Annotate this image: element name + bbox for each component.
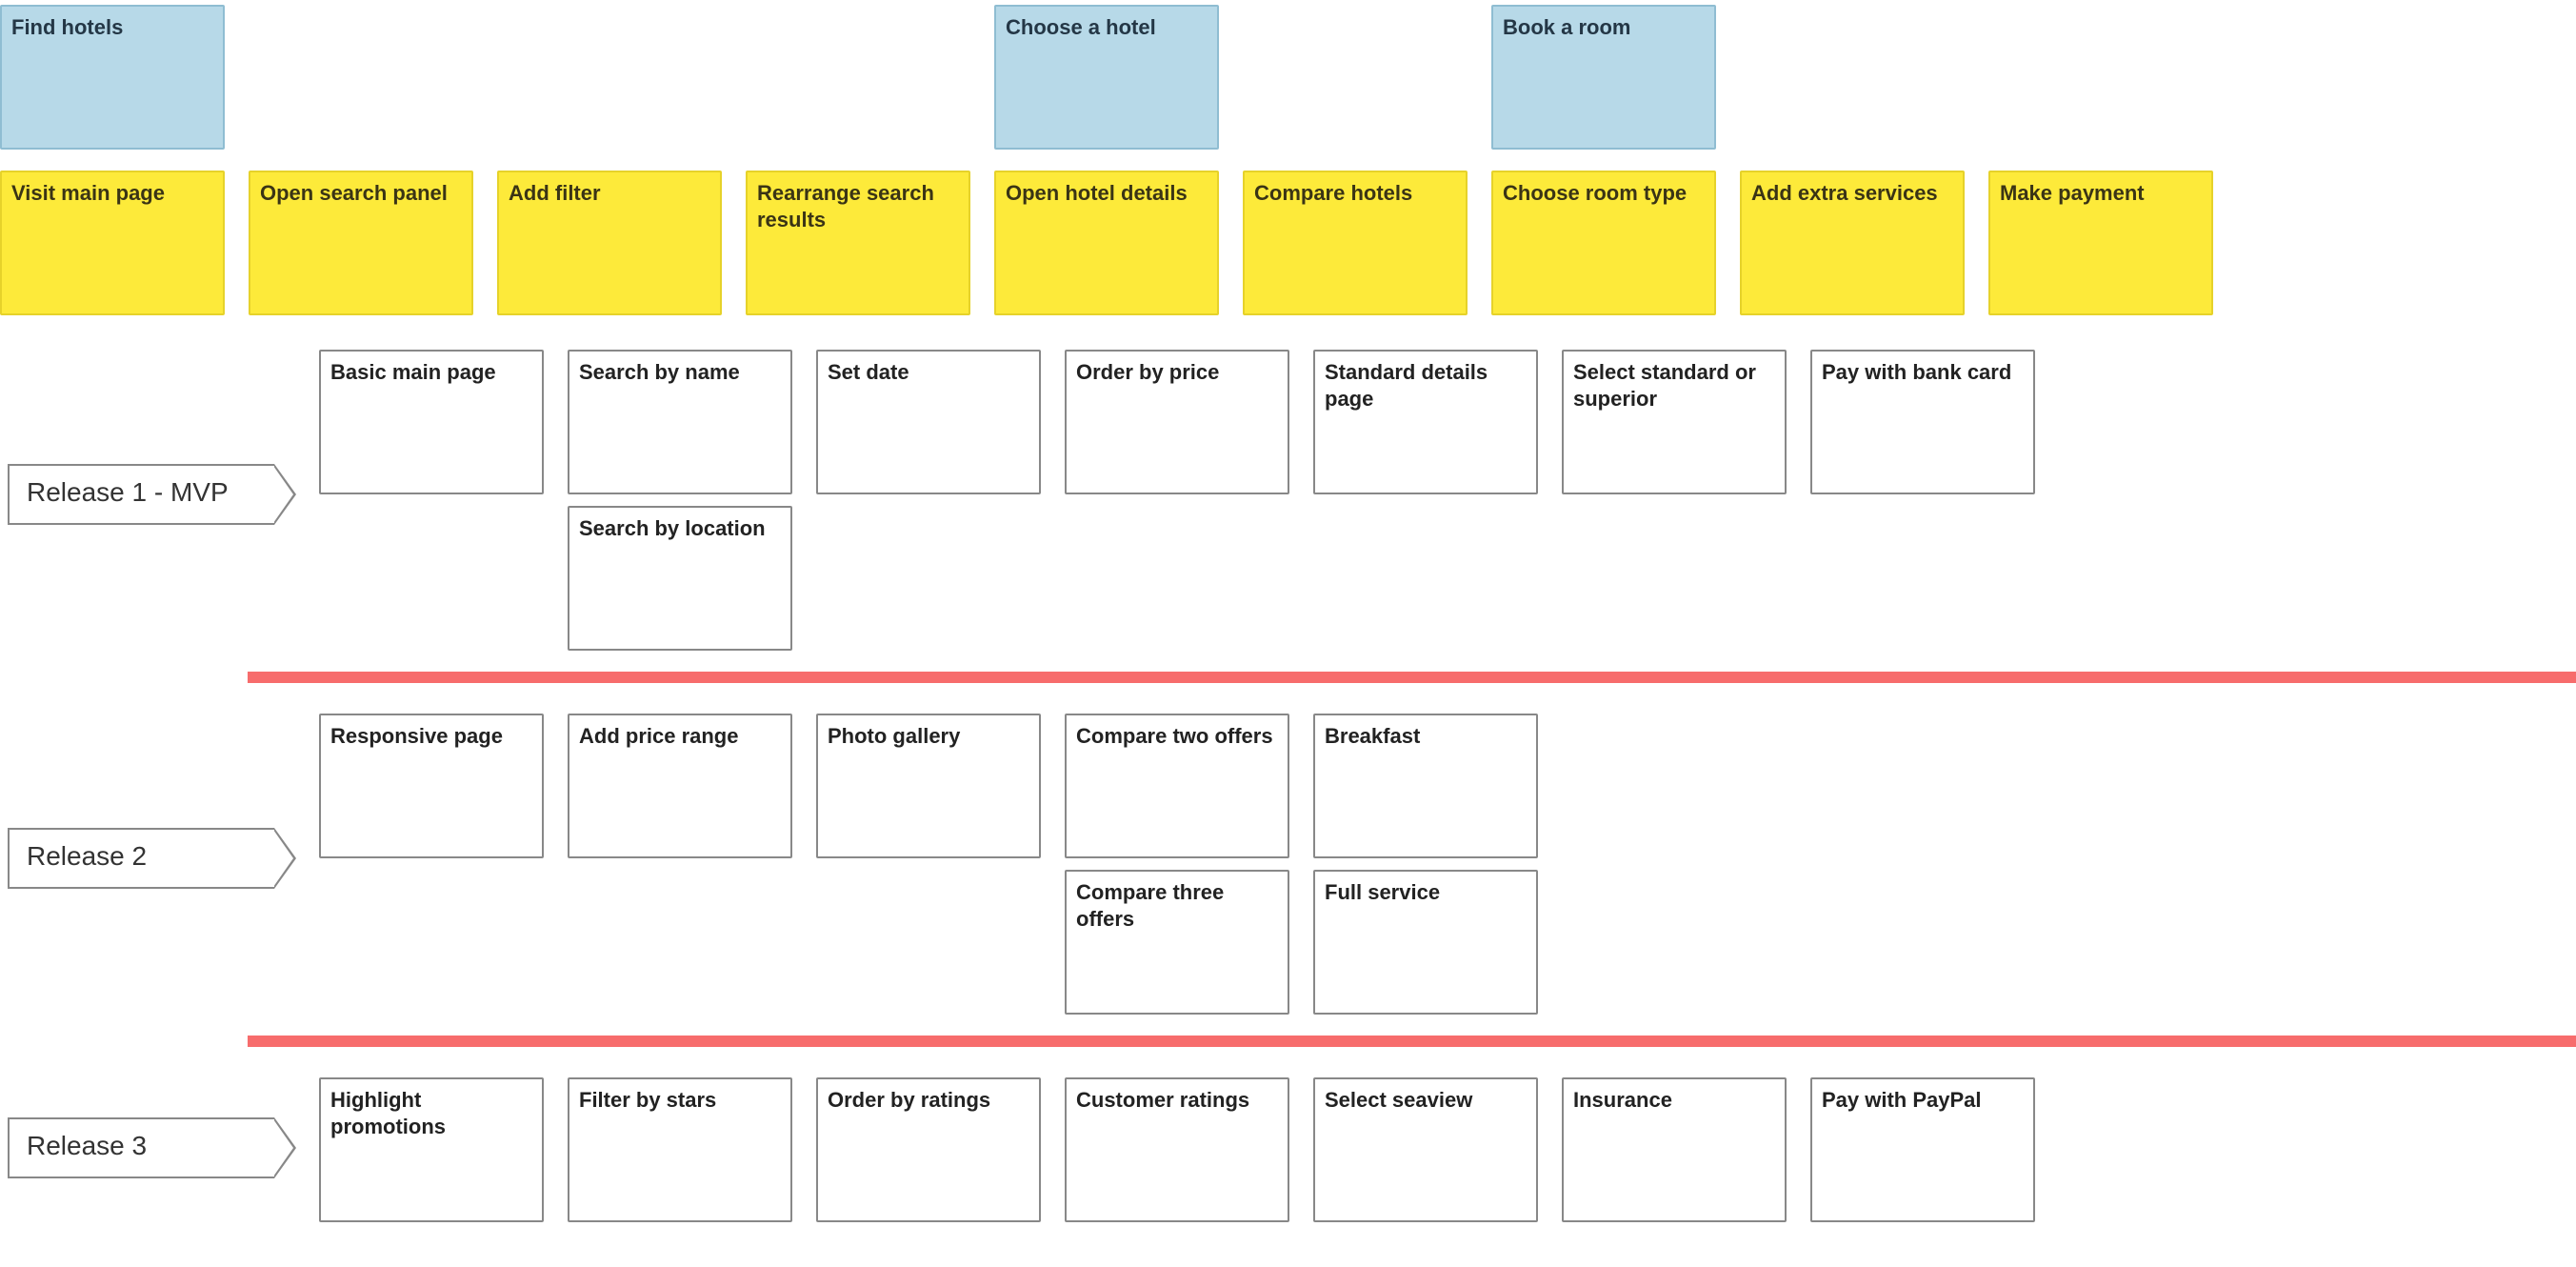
story-card[interactable]: Standard details page <box>1313 350 1538 494</box>
story-card[interactable]: Responsive page <box>319 714 544 858</box>
story-card[interactable]: Insurance <box>1562 1077 1787 1222</box>
release-label: Release 2 <box>8 828 274 889</box>
story-card[interactable]: Filter by stars <box>568 1077 792 1222</box>
story-card[interactable]: Select standard or superior <box>1562 350 1787 494</box>
feature-card[interactable]: Make payment <box>1988 171 2213 315</box>
epic-card[interactable]: Book a room <box>1491 5 1716 150</box>
release-label: Release 1 - MVP <box>8 464 274 525</box>
release-divider <box>248 1036 2576 1047</box>
release-block-1: Release 1 - MVP Basic main page Search b… <box>0 350 2576 662</box>
story-card[interactable]: Search by location <box>568 506 792 651</box>
story-card[interactable]: Customer ratings <box>1065 1077 1289 1222</box>
release-divider <box>248 672 2576 683</box>
story-card[interactable]: Set date <box>816 350 1041 494</box>
feature-card[interactable]: Open hotel details <box>994 171 1219 315</box>
story-card[interactable]: Basic main page <box>319 350 544 494</box>
feature-card[interactable]: Compare hotels <box>1243 171 1468 315</box>
release-block-3: Release 3 Highlight promotions Filter by… <box>0 1077 2576 1234</box>
story-card[interactable]: Breakfast <box>1313 714 1538 858</box>
epic-row: Find hotels Choose a hotel Book a room <box>0 5 2576 161</box>
feature-card[interactable]: Add extra services <box>1740 171 1965 315</box>
story-card[interactable]: Compare three offers <box>1065 870 1289 1015</box>
story-card[interactable]: Full service <box>1313 870 1538 1015</box>
feature-card[interactable]: Add filter <box>497 171 722 315</box>
release-label: Release 3 <box>8 1117 274 1178</box>
feature-card[interactable]: Choose room type <box>1491 171 1716 315</box>
story-card[interactable]: Compare two offers <box>1065 714 1289 858</box>
story-card[interactable]: Pay with PayPal <box>1810 1077 2035 1222</box>
story-card[interactable]: Pay with bank card <box>1810 350 2035 494</box>
story-card[interactable]: Highlight promotions <box>319 1077 544 1222</box>
feature-card[interactable]: Visit main page <box>0 171 225 315</box>
story-card[interactable]: Search by name <box>568 350 792 494</box>
story-card[interactable]: Add price range <box>568 714 792 858</box>
epic-card[interactable]: Find hotels <box>0 5 225 150</box>
story-card[interactable]: Order by ratings <box>816 1077 1041 1222</box>
feature-card[interactable]: Rearrange search results <box>746 171 970 315</box>
story-card[interactable]: Photo gallery <box>816 714 1041 858</box>
feature-card[interactable]: Open search panel <box>249 171 473 315</box>
story-card[interactable]: Order by price <box>1065 350 1289 494</box>
story-card[interactable]: Select seaview <box>1313 1077 1538 1222</box>
release-block-2: Release 2 Responsive page Add price rang… <box>0 714 2576 1026</box>
epic-card[interactable]: Choose a hotel <box>994 5 1219 150</box>
feature-row: Visit main page Open search panel Add fi… <box>0 171 2576 327</box>
